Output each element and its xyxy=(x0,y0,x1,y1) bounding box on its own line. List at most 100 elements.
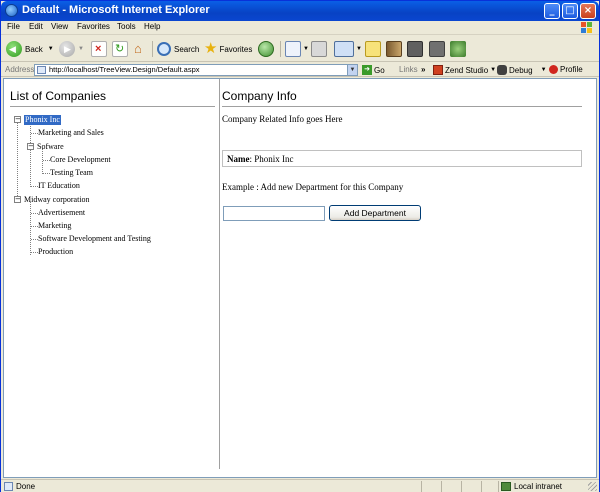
tree-node-midway-corporation[interactable]: Midway corporation xyxy=(24,195,90,205)
print-icon xyxy=(311,41,327,57)
tree-node-sofware[interactable]: Sofware xyxy=(37,142,64,152)
menu-edit[interactable]: Edit xyxy=(29,22,43,31)
address-dropdown-icon[interactable]: ▼ xyxy=(347,65,357,75)
department-name-input[interactable] xyxy=(223,206,325,221)
research-button[interactable] xyxy=(386,40,402,58)
tree-connector xyxy=(31,252,38,253)
network-button[interactable] xyxy=(450,40,466,58)
profile-link[interactable]: Profile xyxy=(549,65,583,74)
tree-connector xyxy=(30,202,31,255)
address-url: http://localhost/TreeView.Design/Default… xyxy=(49,65,200,74)
back-label: Back xyxy=(25,44,43,54)
forward-arrow-icon: ▶ xyxy=(59,41,75,57)
profile-icon xyxy=(549,65,558,74)
maximize-button[interactable]: □ xyxy=(562,3,578,19)
collapse-toggle[interactable]: − xyxy=(14,196,21,203)
search-button[interactable]: Search xyxy=(157,40,199,58)
tree-connector xyxy=(31,133,38,134)
status-divider xyxy=(461,481,462,492)
tree-connector xyxy=(43,160,50,161)
divider xyxy=(222,106,582,107)
tree-node-advertisement[interactable]: Advertisement xyxy=(38,208,85,218)
messenger-button[interactable] xyxy=(407,40,423,58)
zend-icon xyxy=(433,65,443,75)
tree-connector xyxy=(31,213,38,214)
discuss-icon xyxy=(365,41,381,57)
divider xyxy=(10,106,215,107)
back-arrow-icon: ◀ xyxy=(6,41,22,57)
menu-file[interactable]: File xyxy=(7,22,20,31)
minimize-button[interactable]: _ xyxy=(544,3,560,19)
collapse-toggle[interactable]: − xyxy=(27,143,34,150)
forward-button[interactable]: ▶ ▼ xyxy=(59,40,84,58)
edit-button[interactable]: ▼ xyxy=(334,40,362,58)
favorites-label: Favorites xyxy=(219,44,253,54)
tree-node-software-development-and-testing[interactable]: Software Development and Testing xyxy=(38,234,151,244)
history-button[interactable] xyxy=(258,40,274,58)
tree-node-marketing[interactable]: Marketing xyxy=(38,221,71,231)
resize-grip-icon[interactable] xyxy=(588,482,597,491)
add-department-button[interactable]: Add Department xyxy=(329,205,421,221)
menu-tools[interactable]: Tools xyxy=(117,22,136,31)
tool-button[interactable] xyxy=(429,40,445,58)
search-icon xyxy=(157,42,171,56)
address-input[interactable]: http://localhost/TreeView.Design/Default… xyxy=(34,64,358,76)
tree-node-phonix-inc[interactable]: Phonix Inc xyxy=(24,115,61,125)
favorites-star-icon: ★ xyxy=(204,40,218,57)
back-dropdown-icon[interactable]: ▼ xyxy=(48,46,54,52)
print-button[interactable] xyxy=(311,40,327,58)
tree-connector xyxy=(43,173,50,174)
debug-dropdown-icon[interactable]: ▼ xyxy=(541,67,547,73)
menu-favorites[interactable]: Favorites xyxy=(77,22,110,31)
add-department-hint: Example : Add new Department for this Co… xyxy=(222,182,404,192)
go-button[interactable]: ➜ Go xyxy=(362,65,385,75)
research-icon xyxy=(386,41,402,57)
back-button[interactable]: ◀ Back ▼ xyxy=(6,40,54,58)
tool-icon xyxy=(429,41,445,57)
mail-dropdown-icon[interactable]: ▼ xyxy=(303,46,309,52)
refresh-button[interactable]: ↻ xyxy=(112,40,128,58)
links-label[interactable]: Links xyxy=(399,65,418,74)
menu-bar: File Edit View Favorites Tools Help xyxy=(1,21,599,35)
tree-node-it-education[interactable]: IT Education xyxy=(38,181,80,191)
company-info-text: Company Related Info goes Here xyxy=(222,114,343,124)
mail-icon xyxy=(285,41,301,57)
toolbar-separator xyxy=(280,41,281,57)
go-arrow-icon: ➜ xyxy=(362,65,372,75)
debug-link[interactable]: Debug ▼ xyxy=(497,65,547,75)
links-chevron-icon[interactable]: » xyxy=(421,65,425,74)
stop-button[interactable]: × xyxy=(91,40,107,58)
tree-connector xyxy=(31,239,38,240)
tree-node-core-development[interactable]: Core Development xyxy=(50,155,111,165)
menu-help[interactable]: Help xyxy=(144,22,160,31)
edit-dropdown-icon[interactable]: ▼ xyxy=(356,46,362,52)
tree-node-marketing-and-sales[interactable]: Marketing and Sales xyxy=(38,128,104,138)
zend-label: Zend Studio xyxy=(445,65,489,75)
close-button[interactable]: × xyxy=(580,3,596,19)
browser-window: Default - Microsoft Internet Explorer _ … xyxy=(0,0,600,492)
forward-dropdown-icon[interactable]: ▼ xyxy=(78,46,84,52)
home-button[interactable]: ⌂ xyxy=(133,40,149,58)
discuss-button[interactable] xyxy=(365,40,381,58)
zone-label: Local intranet xyxy=(514,482,563,491)
zend-studio-link[interactable]: Zend Studio ▼ xyxy=(433,65,496,75)
menu-view[interactable]: View xyxy=(51,22,68,31)
tree-node-testing-team[interactable]: Testing Team xyxy=(50,168,93,178)
debug-label: Debug xyxy=(509,65,533,75)
status-text: Done xyxy=(16,482,36,491)
page-done-icon xyxy=(4,482,13,491)
refresh-icon: ↻ xyxy=(112,41,128,57)
address-bar: Address http://localhost/TreeView.Design… xyxy=(1,63,599,77)
name-value: : Phonix Inc xyxy=(249,154,294,164)
company-info-pane: Company Info Company Related Info goes H… xyxy=(222,79,596,477)
zend-dropdown-icon[interactable]: ▼ xyxy=(490,67,496,73)
favorites-button[interactable]: ★ Favorites xyxy=(204,40,252,58)
tree-connector xyxy=(17,122,18,202)
tree-node-production[interactable]: Production xyxy=(38,247,73,257)
address-label: Address xyxy=(5,65,35,74)
search-label: Search xyxy=(174,44,200,54)
debug-bug-icon xyxy=(497,65,507,75)
profile-label: Profile xyxy=(560,65,583,74)
collapse-toggle[interactable]: − xyxy=(14,116,21,123)
mail-button[interactable]: ▼ xyxy=(285,40,309,58)
